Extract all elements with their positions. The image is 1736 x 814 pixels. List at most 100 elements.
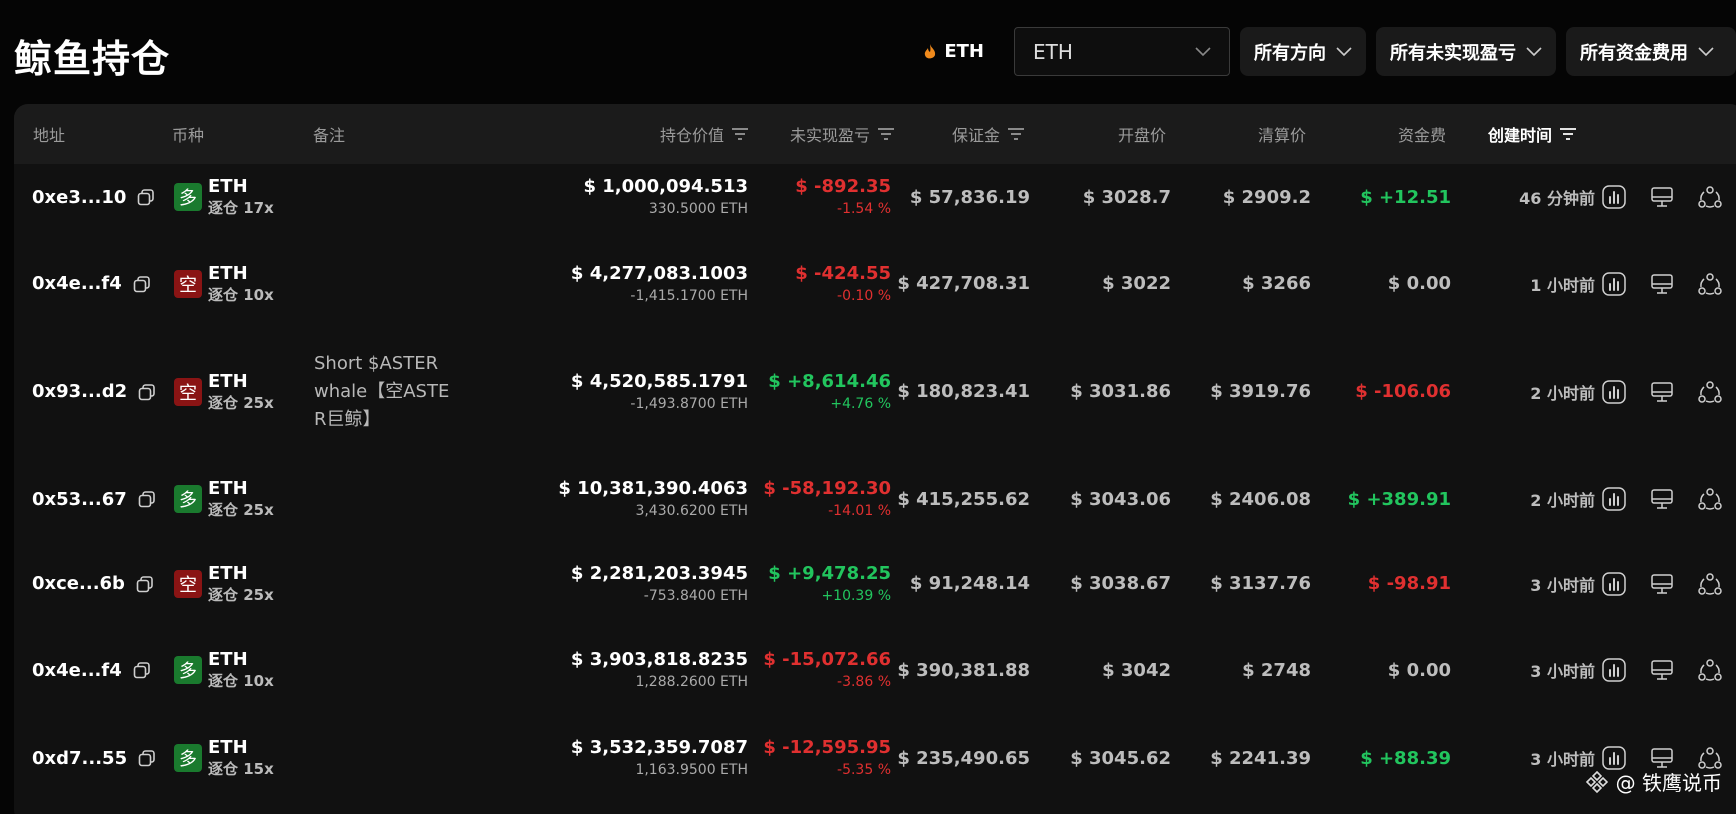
copy-icon[interactable] [132, 274, 152, 294]
row-actions [1601, 541, 1723, 626]
chart-icon[interactable] [1601, 379, 1627, 405]
value-cell: $ 1,000,094.513 330.5000 ETH [514, 152, 748, 242]
address-text: 0x4e...f4 [32, 659, 122, 681]
address-text: 0xd7...55 [32, 747, 128, 769]
value-cell: $ 2,281,203.3945 -753.8400 ETH [514, 541, 748, 626]
chart-icon[interactable] [1601, 184, 1627, 210]
address-cell: 0xce...6b [32, 541, 155, 626]
pnl-value: $ -12,595.95 [763, 737, 891, 758]
liq-cell: $ 3266 [1154, 241, 1311, 326]
share-icon[interactable] [1697, 571, 1723, 597]
sort-icon [1560, 128, 1577, 140]
table-row[interactable]: 0x93...d2 空 ETH 逐仓 25x Short $ASTER whale【空A… [14, 326, 1736, 457]
copy-icon[interactable] [137, 382, 157, 402]
pnl-cell: $ -58,192.30 -14.01 % [714, 457, 891, 541]
coin-cell: 多 ETH 逐仓 25x [174, 457, 274, 541]
share-icon[interactable] [1697, 271, 1723, 297]
liq-cell: $ 2748 [1154, 626, 1311, 714]
share-icon[interactable] [1697, 379, 1723, 405]
funding-cell: $ +88.39 [1294, 714, 1451, 802]
table-row[interactable]: 0xce...6b 空 ETH 逐仓 25x $ 2,281,203.3945 -753.… [14, 541, 1736, 626]
share-icon[interactable] [1697, 657, 1723, 683]
liq-cell: $ 3919.76 [1154, 326, 1311, 457]
created-cell: 3 小时前 [1434, 541, 1595, 626]
page-title: 鲸鱼持仓 [14, 37, 171, 81]
symbol-indicator: ETH [924, 41, 984, 62]
margin-cell: $ 390,381.88 [874, 626, 1030, 714]
share-icon[interactable] [1697, 486, 1723, 512]
liq-cell: $ 3137.76 [1154, 541, 1311, 626]
share-icon[interactable] [1697, 184, 1723, 210]
header-pnl-label: 未实现盈亏 [789, 126, 870, 145]
coin-cell: 多 ETH 逐仓 15x [174, 714, 274, 802]
note-cell: Short $ASTER whale【空ASTER巨鲸】 [314, 326, 454, 457]
watermark: @ 铁鹰说币 [1584, 767, 1722, 796]
copy-icon[interactable] [137, 489, 157, 509]
chart-icon[interactable] [1601, 486, 1627, 512]
header-margin-label: 保证金 [951, 126, 1000, 145]
liq-cell: $ 2406.08 [1154, 457, 1311, 541]
entry-cell: $ 3045.62 [1014, 714, 1171, 802]
chevron-down-icon [1195, 46, 1211, 56]
margin-cell: $ 427,708.31 [874, 241, 1030, 326]
symbol-select[interactable]: ETH [1014, 27, 1230, 76]
created-time: 3 小时前 [1530, 662, 1595, 681]
copy-icon[interactable] [135, 574, 155, 594]
liq-cell: $ 2241.39 [1154, 714, 1311, 802]
address-text: 0xe3...10 [32, 186, 127, 208]
entry-cell: $ 3042 [1014, 626, 1171, 714]
address-cell: 0x4e...f4 [32, 241, 152, 326]
coin-cell: 空 ETH 逐仓 25x [174, 326, 274, 457]
positions-table: 地址 币种 备注 持仓价值 未实现盈亏 保证金 开盘价 清算价 资金费 创建时间… [14, 104, 1736, 814]
funding-cell: $ +389.91 [1294, 457, 1451, 541]
chevron-down-icon [1336, 46, 1352, 56]
monitor-icon[interactable] [1649, 379, 1675, 405]
pnl-filter[interactable]: 所有未实现盈亏 [1376, 27, 1556, 76]
table-row[interactable]: 0x53...67 多 ETH 逐仓 25x $ 10,381,390.4063 3,43… [14, 457, 1736, 541]
symbol-label: ETH [944, 41, 984, 62]
chart-icon[interactable] [1601, 571, 1627, 597]
margin-value: $ 235,490.65 [897, 747, 1030, 769]
copy-icon[interactable] [132, 660, 152, 680]
table-row[interactable]: 0xe3...10 多 ETH 逐仓 17x $ 1,000,094.513 330.50… [14, 152, 1736, 242]
row-actions [1601, 626, 1723, 714]
monitor-icon[interactable] [1649, 571, 1675, 597]
copy-icon[interactable] [137, 748, 157, 768]
direction-filter[interactable]: 所有方向 [1240, 27, 1366, 76]
chart-icon[interactable] [1601, 657, 1627, 683]
pnl-cell: $ -892.35 -1.54 % [714, 152, 891, 242]
coin-name: ETH [208, 478, 248, 499]
note-cell [314, 152, 454, 242]
chevron-down-icon [1526, 46, 1542, 56]
coin-name: ETH [208, 737, 248, 758]
leverage-text: 逐仓 17x [208, 199, 274, 217]
coin-name: ETH [208, 649, 248, 670]
filter-bar: ETH ETH 所有方向 所有未实现盈亏 所有资金费用 [924, 27, 1736, 76]
table-row[interactable]: 0xd7...55 多 ETH 逐仓 15x $ 3,532,359.7087 1,163… [14, 714, 1736, 802]
row-actions [1601, 152, 1723, 242]
monitor-icon[interactable] [1649, 184, 1675, 210]
funding-filter[interactable]: 所有资金费用 [1566, 27, 1736, 76]
created-time: 46 分钟前 [1519, 189, 1595, 208]
monitor-icon[interactable] [1649, 486, 1675, 512]
table-row[interactable]: 0x4e...f4 空 ETH 逐仓 10x $ 4,277,083.1003 -1,41… [14, 241, 1736, 326]
margin-value: $ 91,248.14 [909, 573, 1030, 594]
margin-value: $ 180,823.41 [897, 381, 1030, 402]
monitor-icon[interactable] [1649, 271, 1675, 297]
header-created-label: 创建时间 [1488, 126, 1553, 145]
leverage-text: 逐仓 25x [208, 585, 274, 604]
copy-icon[interactable] [136, 187, 156, 207]
watermark-text: @ 铁鹰说币 [1615, 771, 1722, 795]
leverage-text: 逐仓 15x [208, 760, 274, 778]
created-time: 2 小时前 [1530, 383, 1595, 403]
created-cell: 1 小时前 [1434, 241, 1595, 326]
leverage-text: 逐仓 25x [208, 393, 274, 412]
note-cell [314, 541, 454, 626]
table-row[interactable]: 0x4e...f4 多 ETH 逐仓 10x $ 3,903,818.8235 1,288… [14, 626, 1736, 714]
value-cell: $ 4,520,585.1791 -1,493.8700 ETH [514, 326, 748, 457]
created-time: 2 小时前 [1530, 491, 1595, 510]
monitor-icon[interactable] [1649, 657, 1675, 683]
chart-icon[interactable] [1601, 271, 1627, 297]
binance-logo-icon [1585, 770, 1608, 793]
funding-cell: $ +12.51 [1294, 152, 1451, 242]
